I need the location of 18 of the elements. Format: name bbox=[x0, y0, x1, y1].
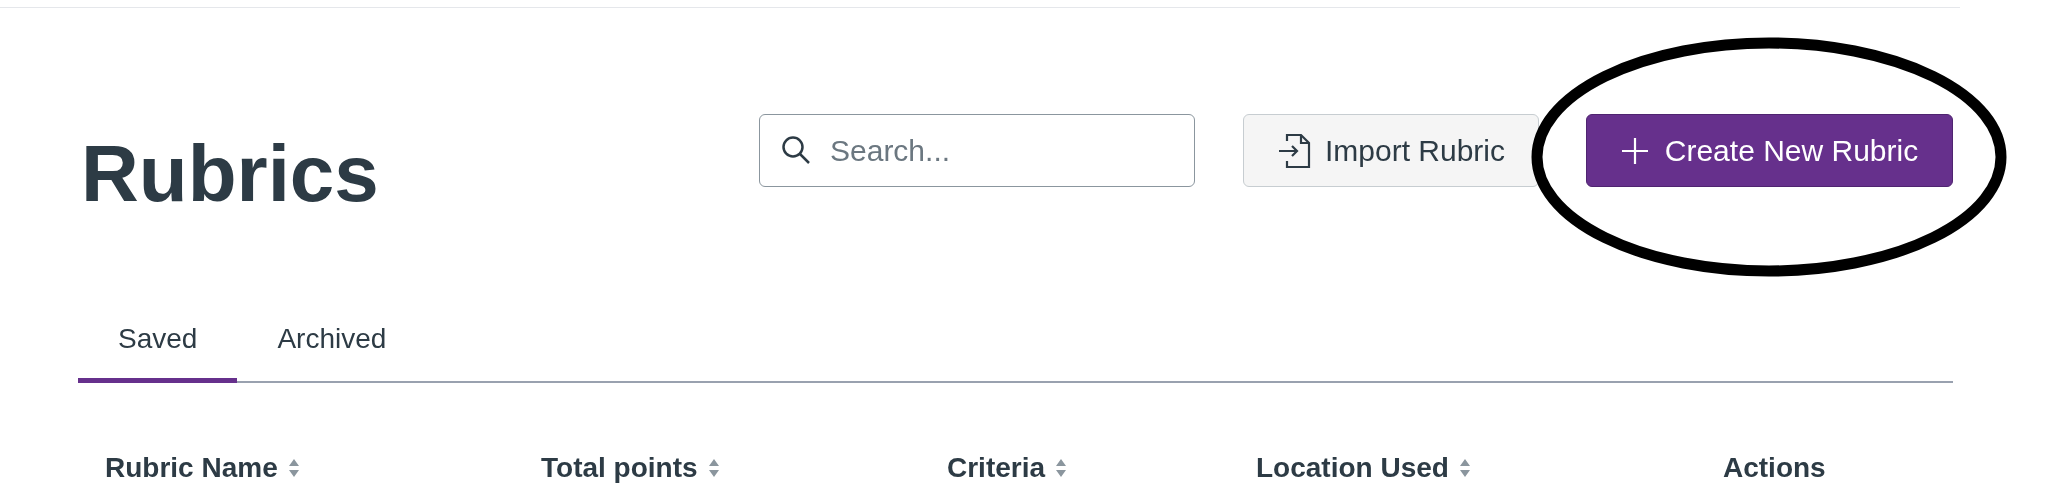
create-button[interactable]: Create New Rubric bbox=[1586, 114, 1953, 187]
column-header[interactable]: Location Used bbox=[1256, 451, 1449, 485]
import-button[interactable]: Import Rubric bbox=[1243, 114, 1539, 187]
column-header[interactable]: Rubric Name bbox=[105, 451, 278, 485]
page-title: Rubrics bbox=[81, 134, 379, 214]
plus-icon bbox=[1620, 136, 1649, 165]
sort-icon[interactable] bbox=[1055, 458, 1068, 478]
import-icon bbox=[1276, 132, 1311, 169]
sort-icon[interactable] bbox=[707, 458, 720, 478]
column-header: Actions bbox=[1723, 451, 1826, 485]
search-field[interactable]: Search... bbox=[759, 114, 1195, 187]
sort-icon[interactable] bbox=[287, 458, 300, 478]
tab[interactable]: Saved bbox=[78, 300, 238, 383]
sort-icon[interactable] bbox=[1458, 458, 1471, 478]
tab[interactable]: Archived bbox=[237, 300, 427, 383]
search-icon bbox=[781, 135, 811, 165]
column-header[interactable]: Total points bbox=[541, 451, 698, 485]
column-header[interactable]: Criteria bbox=[947, 451, 1046, 485]
